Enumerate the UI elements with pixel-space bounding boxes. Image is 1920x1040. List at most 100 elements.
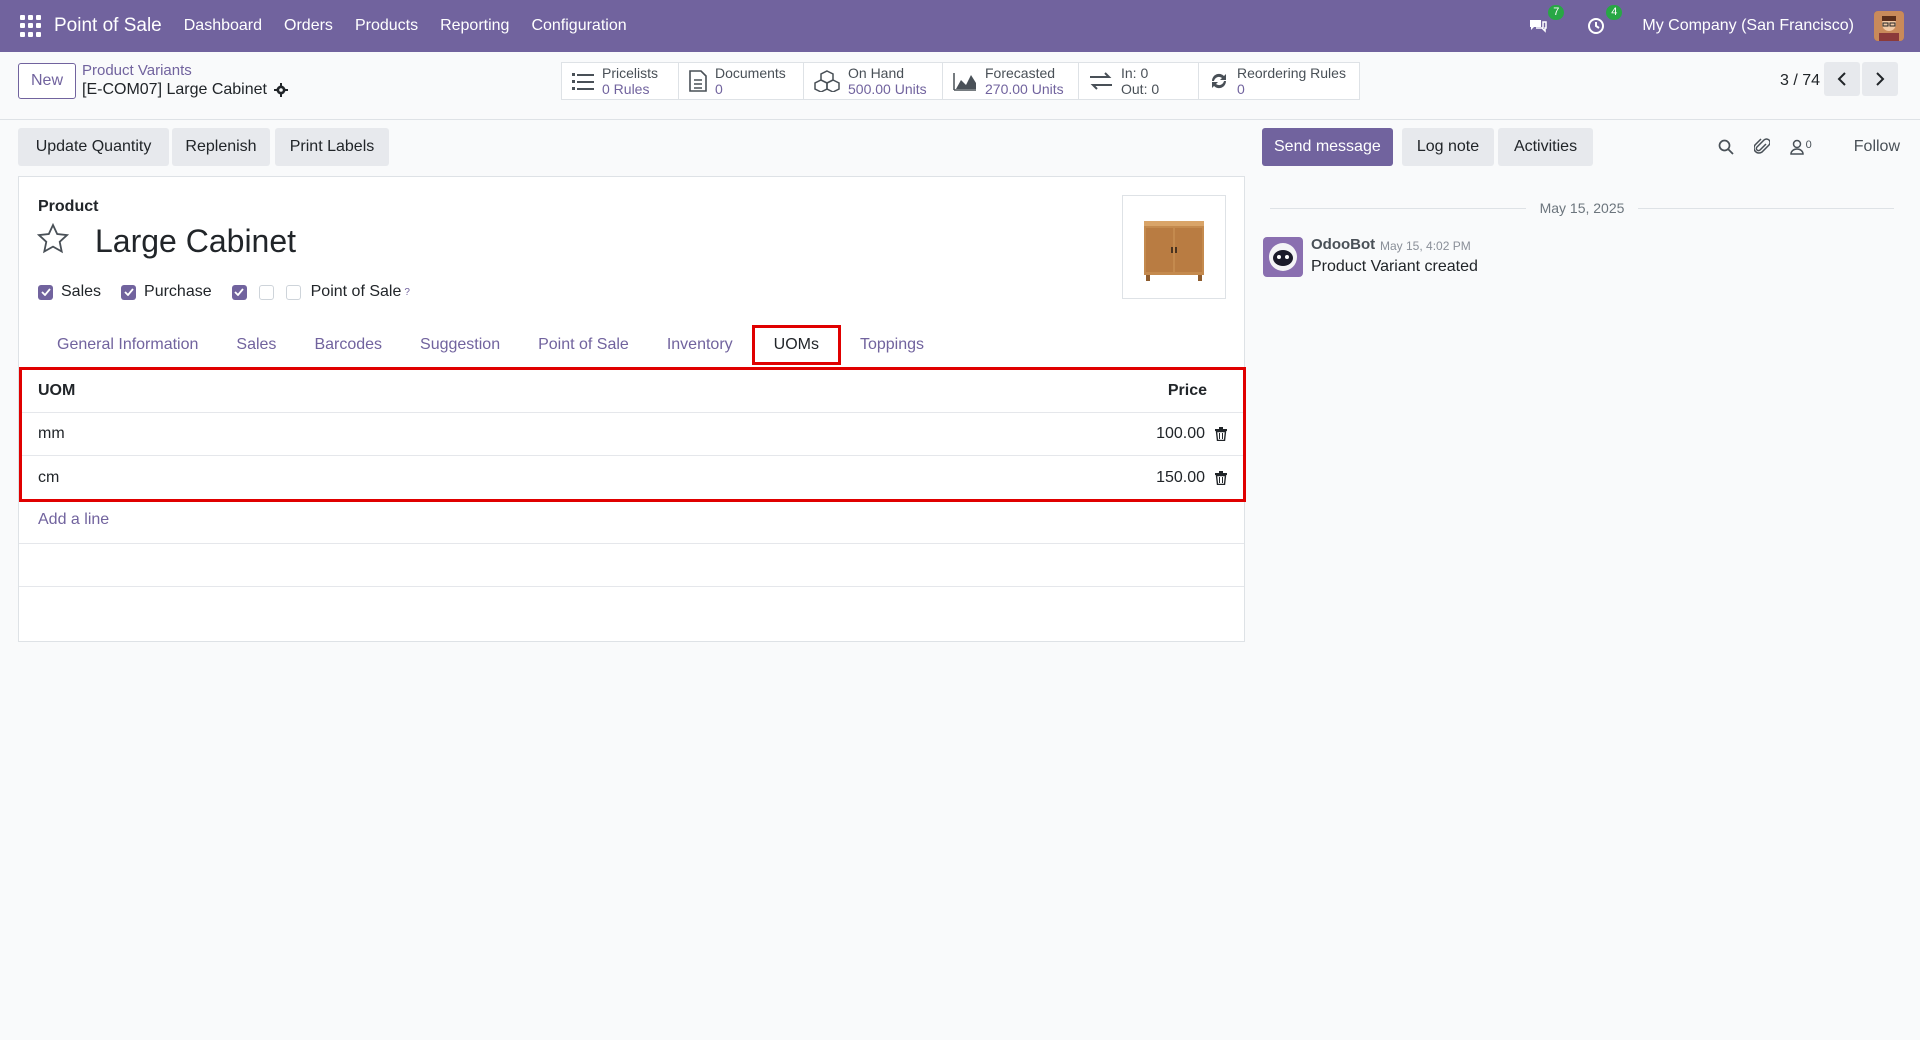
followers-count: 0 bbox=[1805, 139, 1812, 151]
odoobot-avatar[interactable] bbox=[1263, 237, 1303, 277]
reordering-label: Reordering Rules bbox=[1237, 65, 1346, 81]
menu-reporting[interactable]: Reporting bbox=[440, 17, 509, 35]
in-out-button[interactable]: In: 0 Out: 0 bbox=[1079, 62, 1199, 100]
clock-icon bbox=[1588, 18, 1605, 34]
chevron-right-icon bbox=[1876, 72, 1885, 86]
top-navbar: Point of Sale Dashboard Orders Products … bbox=[0, 0, 1920, 52]
extra-checkbox-2[interactable] bbox=[258, 284, 274, 300]
star-icon[interactable] bbox=[37, 223, 69, 255]
date-label: May 15, 2025 bbox=[1539, 200, 1625, 216]
breadcrumb-product-variants[interactable]: Product Variants bbox=[82, 62, 192, 79]
column-header-uom[interactable]: UOM bbox=[38, 382, 75, 400]
tab-uoms[interactable]: UOMs bbox=[751, 325, 841, 365]
paperclip-icon[interactable] bbox=[1753, 138, 1770, 156]
forecasted-button[interactable]: Forecasted 270.00 Units bbox=[943, 62, 1079, 100]
chevron-left-icon bbox=[1837, 72, 1846, 86]
user-avatar[interactable] bbox=[1874, 11, 1904, 41]
price-cell[interactable]: 100.00 bbox=[1156, 425, 1205, 443]
product-image[interactable] bbox=[1122, 195, 1226, 299]
pager-next-button[interactable] bbox=[1862, 62, 1898, 96]
pager-previous-button[interactable] bbox=[1824, 62, 1860, 96]
replenish-button[interactable]: Replenish bbox=[172, 128, 270, 166]
documents-value: 0 bbox=[715, 81, 723, 97]
app-name[interactable]: Point of Sale bbox=[54, 15, 162, 37]
pricelists-value: 0 Rules bbox=[602, 81, 650, 97]
documents-button[interactable]: Documents 0 bbox=[679, 62, 804, 100]
search-icon[interactable] bbox=[1718, 139, 1734, 155]
menu-products[interactable]: Products bbox=[355, 17, 418, 35]
in-label: In: 0 bbox=[1121, 65, 1149, 81]
reordering-rules-button[interactable]: Reordering Rules 0 bbox=[1199, 62, 1360, 100]
product-section-label: Product bbox=[38, 198, 99, 215]
form-sheet: Product Large Cabinet Sales Purchase Poi… bbox=[18, 176, 1246, 642]
record-title: [E-COM07] Large Cabinet bbox=[82, 81, 267, 98]
apps-grid-icon[interactable] bbox=[20, 15, 42, 37]
main-menu: Dashboard Orders Products Reporting Conf… bbox=[184, 17, 627, 35]
product-flags: Sales Purchase Point of Sale ? bbox=[38, 283, 410, 301]
tab-point-of-sale[interactable]: Point of Sale bbox=[519, 325, 648, 365]
help-tooltip-icon[interactable]: ? bbox=[404, 287, 410, 298]
documents-label: Documents bbox=[715, 65, 786, 81]
purchase-checkbox-label: Purchase bbox=[144, 283, 212, 300]
navbar-systray: 7 4 My Company (San Francisco) bbox=[1526, 0, 1904, 52]
document-icon bbox=[689, 70, 707, 92]
update-quantity-button[interactable]: Update Quantity bbox=[18, 128, 169, 166]
control-panel: New Product Variants [E-COM07] Large Cab… bbox=[0, 52, 1920, 120]
trash-icon[interactable] bbox=[1215, 427, 1227, 441]
forecasted-label: Forecasted bbox=[985, 65, 1056, 81]
pos-checkbox[interactable] bbox=[285, 284, 301, 300]
tab-suggestion[interactable]: Suggestion bbox=[401, 325, 519, 365]
user-icon bbox=[1789, 139, 1804, 155]
follow-button[interactable]: Follow bbox=[1854, 138, 1900, 156]
pager-value[interactable]: 3 / 74 bbox=[1780, 72, 1820, 90]
sales-checkbox[interactable] bbox=[38, 284, 53, 300]
followers-button[interactable]: 0 bbox=[1789, 139, 1812, 155]
sales-checkbox-label: Sales bbox=[61, 283, 102, 300]
menu-orders[interactable]: Orders bbox=[284, 17, 333, 35]
column-header-price[interactable]: Price bbox=[1168, 382, 1207, 400]
record-name: [E-COM07] Large Cabinet bbox=[82, 81, 288, 99]
purchase-checkbox[interactable] bbox=[121, 284, 137, 300]
chat-icon bbox=[1530, 20, 1548, 33]
gear-icon[interactable] bbox=[273, 83, 288, 97]
pricelists-button[interactable]: Pricelists 0 Rules bbox=[561, 62, 679, 100]
print-labels-button[interactable]: Print Labels bbox=[275, 128, 389, 166]
add-line-link[interactable]: Add a line bbox=[38, 511, 109, 529]
date-separator: May 15, 2025 bbox=[1270, 200, 1894, 216]
tab-sales[interactable]: Sales bbox=[217, 325, 295, 365]
messages-badge: 7 bbox=[1548, 5, 1565, 20]
cubes-icon bbox=[814, 70, 840, 92]
product-name[interactable]: Large Cabinet bbox=[95, 223, 296, 260]
smart-buttons: Pricelists 0 Rules Documents 0 On Hand 500.… bbox=[561, 62, 1360, 100]
message-author[interactable]: OdooBot bbox=[1311, 236, 1375, 253]
chatter-tools: 0 Follow bbox=[1718, 128, 1900, 166]
on-hand-button[interactable]: On Hand 500.00 Units bbox=[804, 62, 943, 100]
company-switcher[interactable]: My Company (San Francisco) bbox=[1642, 17, 1854, 35]
messages-systray[interactable]: 7 bbox=[1526, 5, 1565, 38]
list-icon bbox=[572, 73, 594, 90]
activities-systray[interactable]: 4 bbox=[1584, 5, 1623, 38]
message-time: May 15, 4:02 PM bbox=[1380, 239, 1471, 253]
on-hand-value: 500.00 Units bbox=[848, 81, 927, 97]
tab-general-information[interactable]: General Information bbox=[38, 325, 217, 365]
activities-button[interactable]: Activities bbox=[1498, 128, 1593, 166]
tab-inventory[interactable]: Inventory bbox=[648, 325, 752, 365]
tab-toppings[interactable]: Toppings bbox=[841, 325, 943, 365]
out-label: Out: 0 bbox=[1121, 81, 1160, 97]
trash-icon[interactable] bbox=[1215, 470, 1227, 485]
extra-checkbox-1[interactable] bbox=[231, 284, 247, 300]
log-note-button[interactable]: Log note bbox=[1402, 128, 1494, 166]
send-message-button[interactable]: Send message bbox=[1262, 128, 1393, 166]
price-cell[interactable]: 150.00 bbox=[1156, 469, 1205, 487]
price-cell-wrap: 150.00 bbox=[1156, 469, 1227, 487]
menu-configuration[interactable]: Configuration bbox=[531, 17, 626, 35]
table-row[interactable]: cm 150.00 bbox=[22, 456, 1243, 499]
tab-barcodes[interactable]: Barcodes bbox=[295, 325, 401, 365]
uom-cell[interactable]: cm bbox=[38, 469, 59, 487]
refresh-icon bbox=[1211, 73, 1227, 89]
uom-cell[interactable]: mm bbox=[38, 425, 65, 443]
new-button[interactable]: New bbox=[18, 63, 76, 99]
table-row[interactable]: mm 100.00 bbox=[22, 413, 1243, 456]
menu-dashboard[interactable]: Dashboard bbox=[184, 17, 262, 35]
reordering-value: 0 bbox=[1237, 81, 1245, 97]
